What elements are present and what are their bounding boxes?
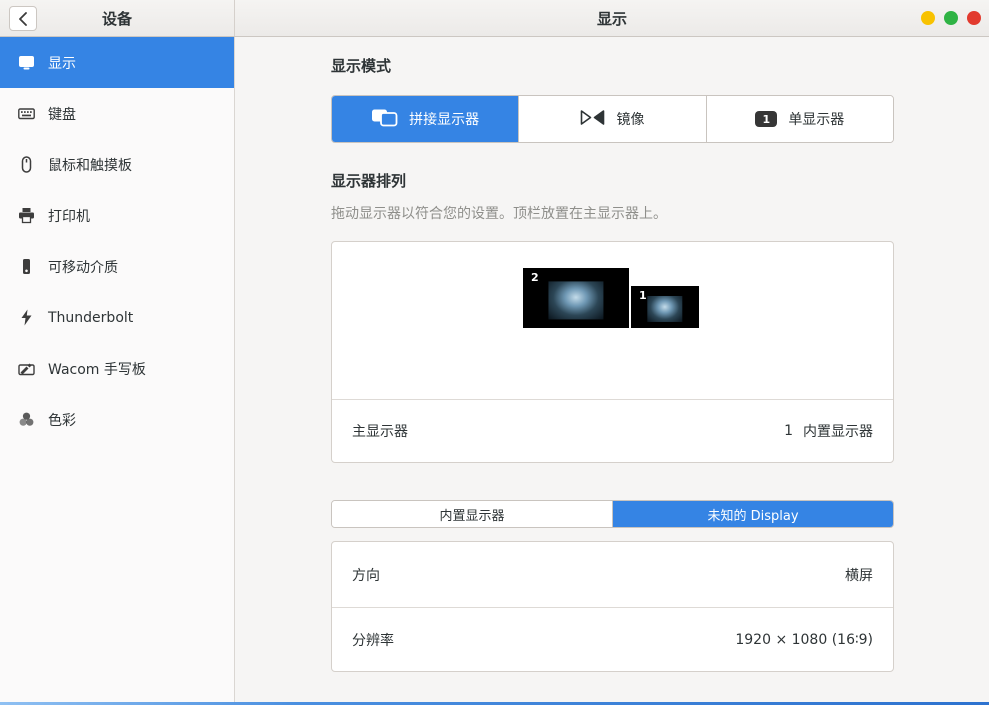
sidebar-item-label: 可移动介质	[48, 257, 118, 277]
monitor-thumbnail-2[interactable]: 2	[523, 268, 629, 328]
color-icon	[18, 411, 35, 428]
keyboard-icon	[18, 105, 35, 122]
tab-unknown-display[interactable]: 未知的 Display	[612, 501, 893, 527]
display-settings-content: 显示模式 拼接显示器 镜像 1 单显示器	[236, 37, 989, 702]
header-left-section: 设备	[0, 0, 235, 36]
monitor-number: 1	[639, 289, 647, 302]
wacom-tablet-icon	[18, 360, 35, 377]
sidebar-title: 设备	[102, 8, 132, 29]
display-icon	[18, 54, 35, 71]
single-display-icon: 1	[755, 111, 777, 127]
display-mode-title: 显示模式	[331, 55, 391, 76]
mouse-icon	[18, 156, 35, 173]
primary-display-number: 1	[784, 423, 793, 439]
settings-window: 设备 显示 显示 键盘 鼠	[0, 0, 989, 705]
arrangement-title: 显示器排列	[331, 170, 406, 191]
removable-media-icon	[18, 258, 35, 275]
orientation-value: 横屏	[845, 565, 873, 585]
join-displays-icon	[371, 108, 398, 131]
printer-icon	[18, 207, 35, 224]
primary-display-value: 1 内置显示器	[784, 421, 873, 441]
sidebar-item-keyboard[interactable]: 键盘	[0, 88, 234, 139]
monitor-selector-tabs: 内置显示器 未知的 Display	[331, 500, 894, 528]
window-controls	[921, 0, 981, 36]
arrangement-hint: 拖动显示器以符合您的设置。顶栏放置在主显示器上。	[331, 203, 667, 223]
sidebar-item-label: 打印机	[48, 206, 90, 226]
settings-sidebar: 显示 键盘 鼠标和触摸板 打印机 可移动介质	[0, 37, 235, 702]
sidebar-item-wacom[interactable]: Wacom 手写板	[0, 343, 234, 394]
sidebar-item-thunderbolt[interactable]: Thunderbolt	[0, 292, 234, 343]
resolution-label: 分辨率	[352, 630, 394, 650]
sidebar-item-printers[interactable]: 打印机	[0, 190, 234, 241]
mode-single-display-button[interactable]: 1 单显示器	[707, 96, 893, 142]
maximize-button[interactable]	[944, 11, 958, 25]
close-button[interactable]	[967, 11, 981, 25]
primary-display-name: 内置显示器	[803, 421, 873, 441]
primary-display-label: 主显示器	[352, 421, 408, 441]
back-icon	[18, 12, 28, 26]
sidebar-item-label: 键盘	[48, 104, 76, 124]
monitor-arrangement-panel: 2 1 主显示器 1 内置显示器	[331, 241, 894, 463]
header-bar: 设备 显示	[0, 0, 989, 37]
sidebar-item-label: 色彩	[48, 410, 76, 430]
sidebar-item-color[interactable]: 色彩	[0, 394, 234, 445]
monitor-settings-panel: 方向 横屏 分辨率 1920 × 1080 (16∶9)	[331, 541, 894, 672]
sidebar-item-label: Thunderbolt	[48, 310, 133, 326]
mirror-icon	[580, 109, 605, 130]
monitor-wallpaper	[548, 282, 603, 319]
sidebar-item-label: 显示	[48, 53, 76, 73]
sidebar-item-mouse-touchpad[interactable]: 鼠标和触摸板	[0, 139, 234, 190]
monitor-wallpaper	[647, 296, 682, 322]
sidebar-item-display[interactable]: 显示	[0, 37, 234, 88]
orientation-row[interactable]: 方向 横屏	[332, 542, 893, 607]
sidebar-item-label: 鼠标和触摸板	[48, 155, 132, 175]
header-right-section: 显示	[235, 0, 989, 36]
display-mode-switcher: 拼接显示器 镜像 1 单显示器	[331, 95, 894, 143]
mode-mirror-button[interactable]: 镜像	[519, 96, 706, 142]
resolution-row[interactable]: 分辨率 1920 × 1080 (16∶9)	[332, 607, 893, 672]
sidebar-item-removable-media[interactable]: 可移动介质	[0, 241, 234, 292]
orientation-label: 方向	[352, 565, 380, 585]
sidebar-item-label: Wacom 手写板	[48, 359, 146, 379]
mode-label: 单显示器	[788, 109, 844, 129]
resolution-value: 1920 × 1080 (16∶9)	[735, 632, 873, 648]
monitor-thumbnail-1[interactable]: 1	[631, 286, 699, 328]
primary-display-row[interactable]: 主显示器 1 内置显示器	[332, 400, 893, 462]
tab-built-in-display[interactable]: 内置显示器	[332, 501, 612, 527]
thunderbolt-icon	[18, 309, 35, 326]
minimize-button[interactable]	[921, 11, 935, 25]
monitor-arrangement-canvas[interactable]: 2 1	[332, 242, 893, 400]
back-button[interactable]	[9, 6, 37, 31]
mode-join-displays-button[interactable]: 拼接显示器	[332, 96, 519, 142]
page-title: 显示	[597, 8, 627, 29]
monitor-number: 2	[531, 271, 539, 284]
mode-label: 拼接显示器	[409, 109, 479, 129]
mode-label: 镜像	[616, 109, 644, 129]
